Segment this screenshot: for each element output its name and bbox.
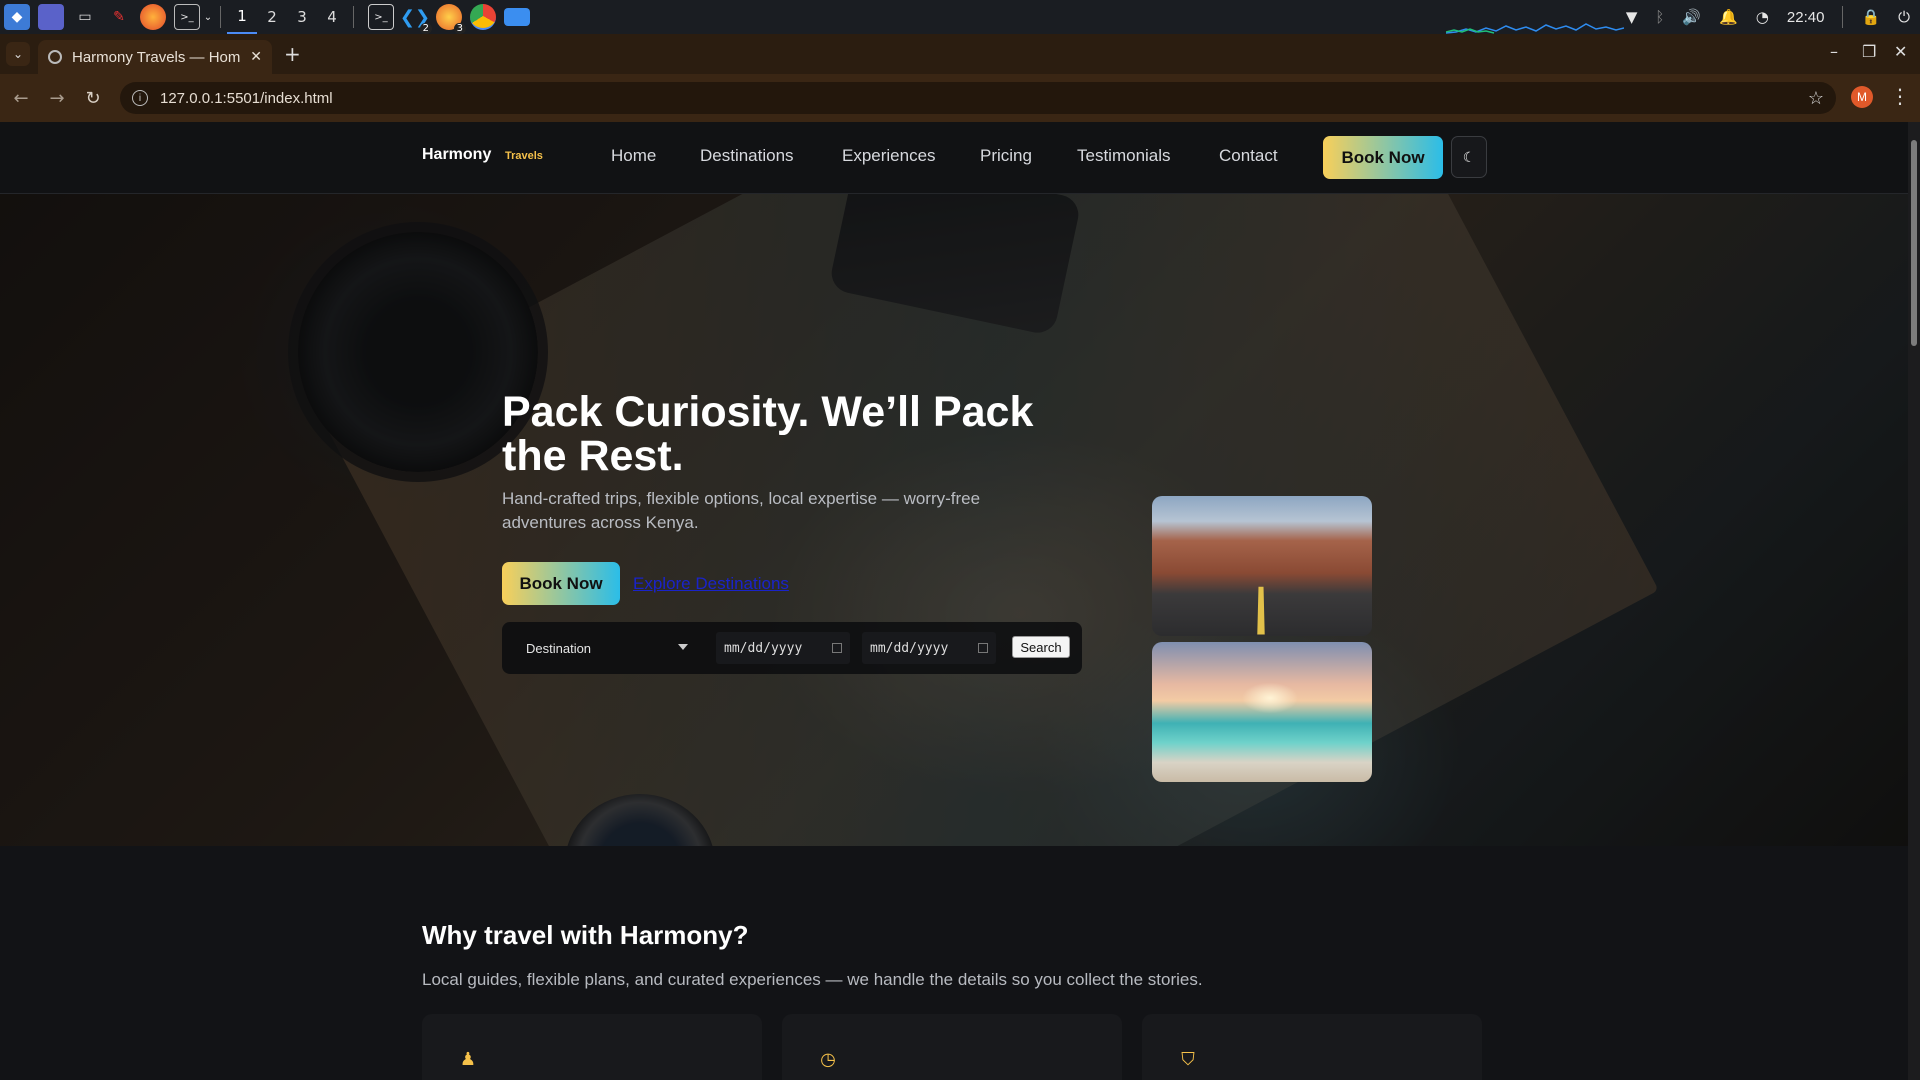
browser-toolbar: ← → ↻ i 127.0.0.1:5501/index.html ☆ M ⋮ (0, 74, 1920, 122)
app-icon[interactable]: 3 (436, 4, 466, 34)
power-icon[interactable]: ⏻ (1898, 8, 1910, 26)
window-count-badge: 2 (419, 23, 432, 34)
app-launcher-icon[interactable]: ◆ (4, 4, 30, 30)
file-manager-icon[interactable]: ▭ (72, 4, 98, 30)
calendar-icon[interactable] (978, 643, 988, 653)
start-date-placeholder: mm/dd/yyyy (724, 640, 803, 656)
taskbar-separator (353, 6, 354, 28)
calendar-icon[interactable] (832, 643, 842, 653)
new-tab-button[interactable]: + (284, 42, 301, 66)
firefox-icon[interactable] (140, 4, 166, 30)
terminal-icon[interactable]: >_ (174, 4, 200, 30)
notification-bell-icon[interactable]: 🔔 (1719, 8, 1738, 26)
url-text: 127.0.0.1:5501/index.html (160, 89, 333, 107)
tray-separator (1842, 6, 1844, 28)
taskbar-separator (220, 6, 221, 28)
profile-avatar[interactable]: M (1851, 86, 1873, 108)
close-window-button[interactable]: ✕ (1894, 42, 1907, 61)
why-section-subtitle: Local guides, flexible plans, and curate… (422, 970, 1203, 989)
lock-icon[interactable]: 🔒 (1861, 8, 1880, 26)
person-icon: ♟ (459, 1049, 477, 1070)
book-now-button[interactable]: Book Now (1323, 136, 1443, 179)
restore-window-button[interactable]: ❐ (1862, 42, 1876, 61)
page-viewport: Harmony Travels Home Destinations Experi… (0, 122, 1908, 1080)
wifi-icon[interactable]: ▼ (1626, 8, 1638, 26)
workspace-2[interactable]: 2 (257, 0, 287, 34)
destination-select[interactable]: Destination (516, 632, 692, 664)
address-bar[interactable]: i 127.0.0.1:5501/index.html ☆ (120, 82, 1836, 114)
end-date-placeholder: mm/dd/yyyy (870, 640, 949, 656)
desktop-icon[interactable] (38, 4, 64, 30)
scrollbar-thumb[interactable] (1911, 140, 1917, 346)
nav-destinations[interactable]: Destinations (700, 146, 794, 166)
shield-icon: ⛉ (1181, 1049, 1195, 1070)
explore-destinations-link[interactable]: Explore Destinations (633, 574, 789, 594)
site-info-icon[interactable]: i (132, 90, 148, 106)
browser-tab-active[interactable]: Harmony Travels — Hom ✕ (38, 40, 272, 74)
hero-subtitle: Hand-crafted trips, flexible options, lo… (502, 489, 981, 532)
nav-contact[interactable]: Contact (1219, 146, 1278, 166)
tab-title: Harmony Travels — Hom (72, 48, 241, 66)
browser-tab-strip: ⌄ Harmony Travels — Hom ✕ + – ❐ ✕ (0, 34, 1920, 74)
clock-time[interactable]: 22:40 (1787, 9, 1825, 26)
brand-tagline: Travels (505, 150, 543, 162)
text-editor-icon[interactable]: ✎ (106, 4, 132, 30)
folder-icon[interactable] (504, 8, 530, 26)
forward-button[interactable]: → (42, 83, 72, 113)
workspace-3[interactable]: 3 (287, 0, 317, 34)
volume-icon[interactable]: 🔊 (1682, 8, 1701, 26)
nav-testimonials[interactable]: Testimonials (1077, 146, 1171, 166)
network-activity-graph (1446, 23, 1624, 34)
back-button[interactable]: ← (6, 83, 36, 113)
nav-experiences[interactable]: Experiences (842, 146, 936, 166)
brand-logo[interactable]: Harmony (422, 146, 491, 164)
end-date-input[interactable]: mm/dd/yyyy (862, 632, 996, 664)
reload-button[interactable]: ↻ (78, 83, 108, 113)
close-tab-icon[interactable]: ✕ (250, 49, 262, 65)
clock-icon: ◔ (1755, 8, 1769, 26)
page-scrollbar[interactable] (1908, 122, 1920, 1080)
trip-search-form: Destination mm/dd/yyyy mm/dd/yyyy Search (502, 622, 1082, 674)
window-count-badge: 3 (453, 23, 466, 34)
globe-icon (48, 50, 62, 64)
search-button[interactable]: Search (1012, 636, 1070, 658)
nav-home[interactable]: Home (611, 146, 656, 166)
beach-sunset-photo (1152, 642, 1372, 782)
theme-toggle-button[interactable]: ☾ (1451, 136, 1487, 178)
feature-card: ♟ (422, 1014, 762, 1080)
destination-select-value: Destination (526, 640, 592, 656)
moon-icon: ☾ (1462, 148, 1476, 165)
hero-book-now-button[interactable]: Book Now (502, 562, 620, 605)
chevron-down-icon[interactable]: ⌄ (202, 4, 214, 30)
minimize-window-button[interactable]: – (1830, 42, 1838, 61)
tab-list-dropdown-button[interactable]: ⌄ (6, 42, 30, 66)
nav-pricing[interactable]: Pricing (980, 146, 1032, 166)
chrome-icon[interactable] (470, 4, 496, 30)
terminal-window-icon[interactable]: >_ (368, 4, 394, 30)
bookmark-star-icon[interactable]: ☆ (1808, 88, 1824, 109)
bluetooth-icon[interactable]: ᛒ (1655, 8, 1664, 26)
feature-card: ⛉ (1142, 1014, 1482, 1080)
feature-card: ◷ (782, 1014, 1122, 1080)
workspace-1[interactable]: 1 (227, 0, 257, 34)
os-taskbar: ◆ ▭ ✎ >_ ⌄ 1 2 3 4 >_ ❮❯ 2 3 ▼ ᛒ 🔊 🔔 ◔ 22… (0, 0, 1920, 34)
start-date-input[interactable]: mm/dd/yyyy (716, 632, 850, 664)
clock-icon: ◷ (820, 1049, 836, 1070)
why-section-title: Why travel with Harmony? (422, 920, 749, 950)
browser-menu-icon[interactable]: ⋮ (1890, 84, 1910, 108)
chevron-down-icon (678, 644, 688, 650)
system-tray: ▼ ᛒ 🔊 🔔 ◔ 22:40 🔒 ⏻ (1626, 0, 1920, 34)
site-header: Harmony Travels Home Destinations Experi… (0, 122, 1908, 194)
workspace-4[interactable]: 4 (317, 0, 347, 34)
hero-title: Pack Curiosity. We’ll Pack the Rest. (502, 388, 1034, 480)
hero-section: Pack Curiosity. We’ll Pack the Rest. Han… (0, 194, 1908, 846)
desert-road-photo (1152, 496, 1372, 636)
vscode-icon[interactable]: ❮❯ 2 (400, 4, 432, 34)
